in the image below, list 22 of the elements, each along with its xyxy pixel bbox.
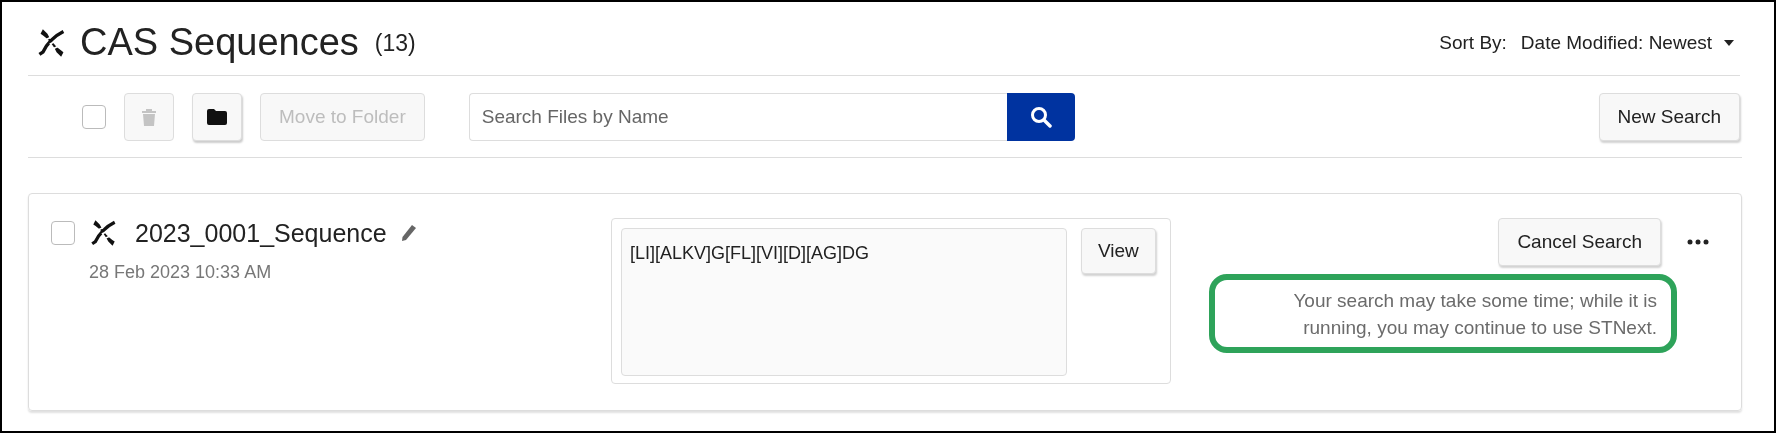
folder-button[interactable] [192, 92, 242, 141]
caret-icon [1724, 39, 1734, 46]
new-search-button[interactable]: New Search [1598, 92, 1740, 141]
cancel-search-button[interactable]: Cancel Search [1498, 218, 1661, 266]
sort-dropdown[interactable]: Date Modified: Newest [1520, 31, 1734, 54]
search-icon [1029, 105, 1052, 128]
search-field[interactable]: Search Files by Name [468, 92, 1007, 141]
sort-label: Sort By: [1439, 31, 1507, 54]
page-title: CAS Sequences [80, 21, 359, 64]
view-button[interactable]: View [1081, 228, 1156, 274]
sequence-name: 2023_0001_Sequence [135, 218, 387, 248]
select-all-checkbox[interactable] [82, 104, 106, 129]
file-count: (13) [374, 30, 416, 57]
trash-icon [141, 107, 157, 126]
pencil-icon[interactable] [400, 224, 417, 242]
sequence-text: [LI][ALKV]G[FL][VI][D][AG]DG [621, 228, 1067, 376]
modified-date: 28 Feb 2023 10:33 AM [89, 262, 273, 283]
folder-icon [207, 108, 227, 125]
search-button[interactable] [1006, 92, 1075, 141]
more-icon [1687, 239, 1709, 245]
search-notice: Your search may take some time; while it is running, you may continue to use STNext. [1209, 274, 1677, 354]
item-checkbox[interactable] [51, 221, 75, 245]
